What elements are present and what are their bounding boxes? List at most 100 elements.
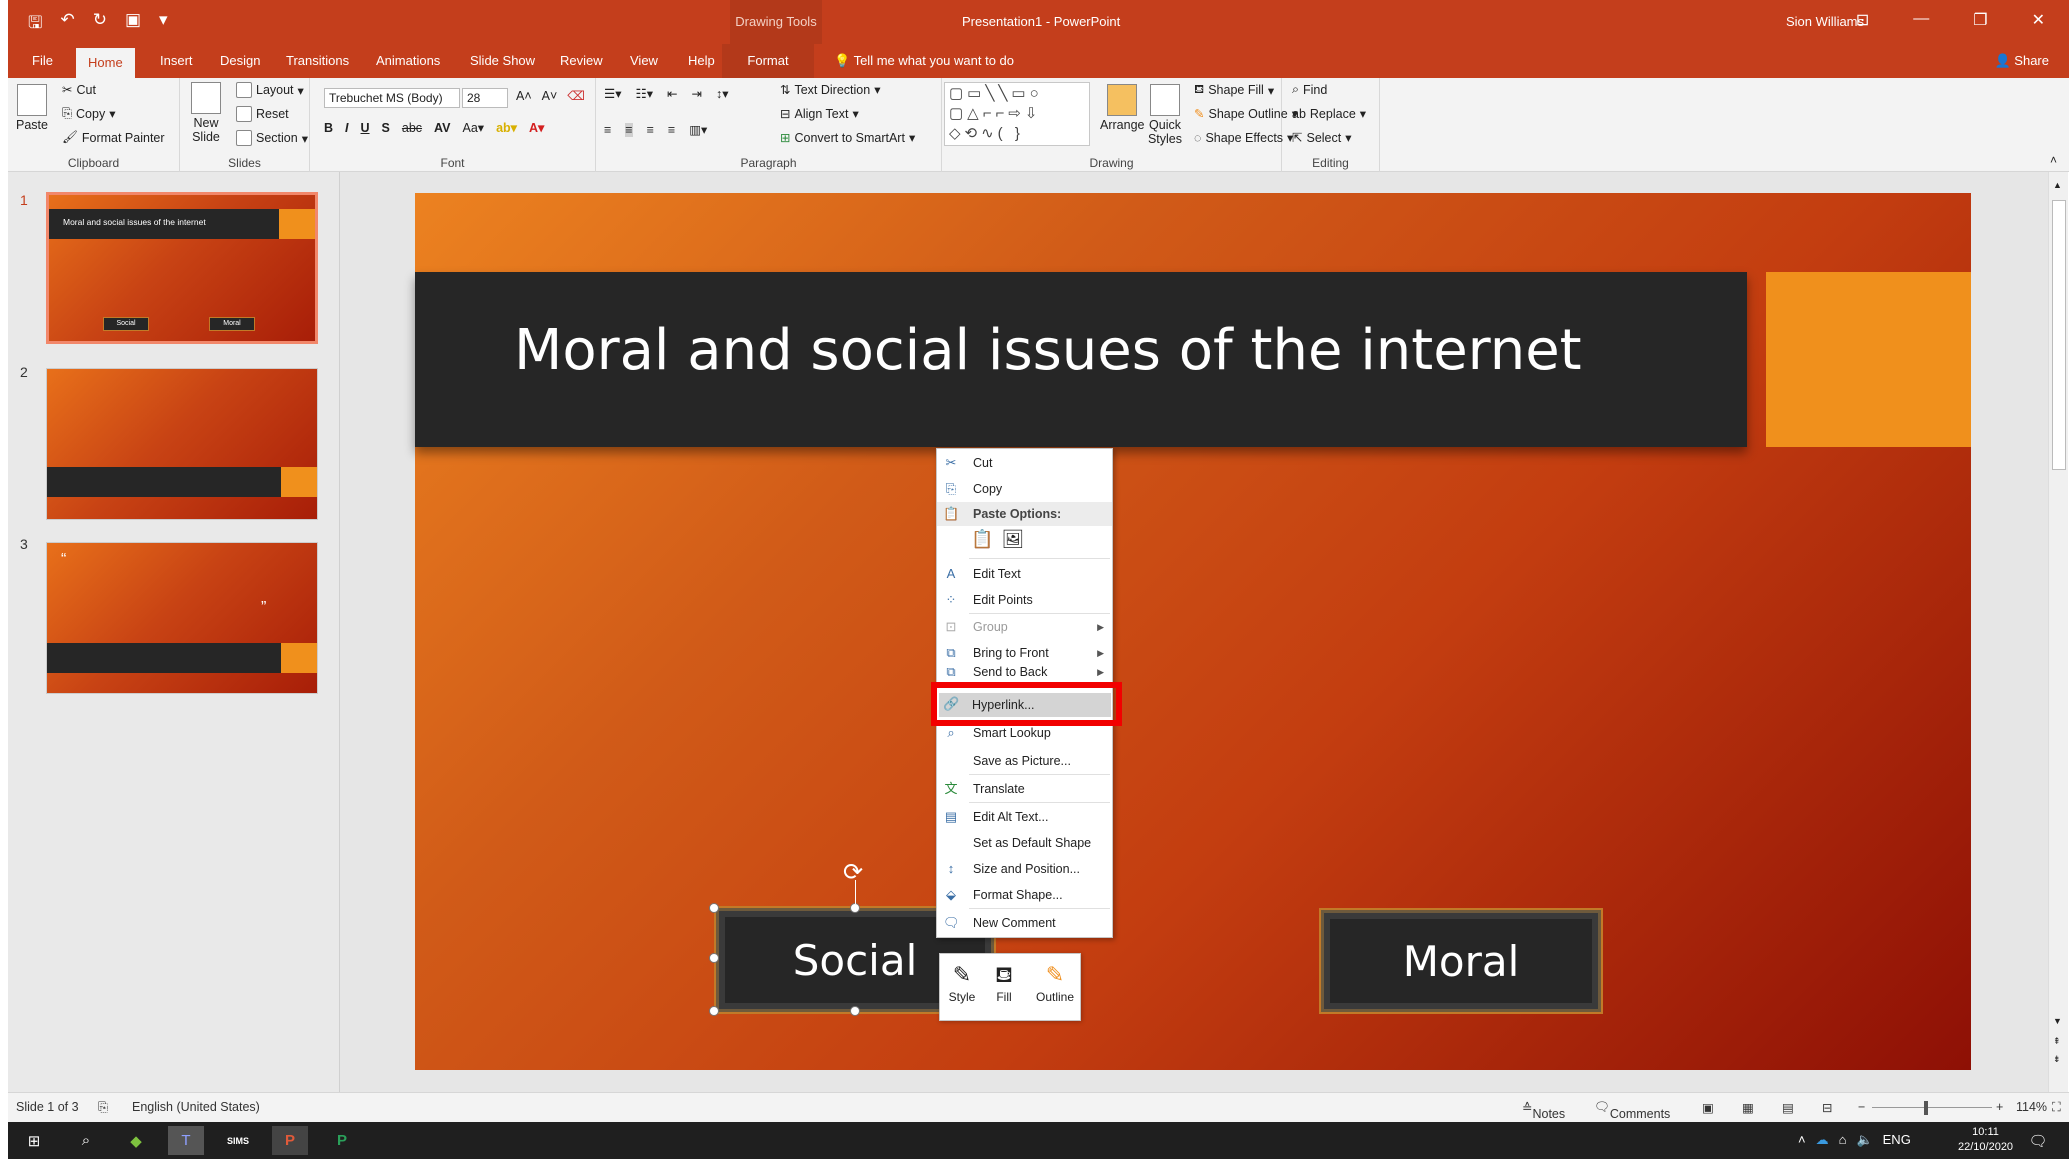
menu-item-bring-to-front[interactable]: ⧉ Bring to Front ▶ — [937, 641, 1112, 665]
slide-sorter-icon[interactable]: ▦ — [1742, 1100, 1754, 1115]
scroll-thumb[interactable] — [2052, 200, 2066, 470]
tab-file[interactable]: File — [20, 44, 65, 78]
close-icon[interactable]: ✕ — [2032, 10, 2045, 30]
menu-item-cut[interactable]: ✂ Cut — [937, 451, 1112, 475]
teams-icon[interactable]: T — [168, 1126, 204, 1155]
volume-icon[interactable]: 🔈 — [1856, 1132, 1872, 1148]
resize-handle[interactable] — [709, 1006, 719, 1016]
layout-button[interactable]: Layout ▾ — [236, 82, 304, 98]
text-direction-button[interactable]: ⇅ Text Direction ▾ — [780, 82, 881, 98]
tab-review[interactable]: Review — [548, 44, 615, 78]
customize-qat-icon[interactable]: ▾ — [159, 10, 168, 39]
rotate-handle-icon[interactable]: ⟳ — [843, 858, 863, 887]
zoom-slider[interactable] — [1872, 1107, 1992, 1108]
menu-item-edit-text[interactable]: A Edit Text — [937, 562, 1112, 586]
italic-icon[interactable]: I — [345, 121, 348, 135]
search-icon[interactable]: ⌕ — [68, 1126, 104, 1155]
resize-handle[interactable] — [709, 953, 719, 963]
shape-fill-button[interactable]: ⛾ Shape Fill ▾ — [1194, 82, 1274, 98]
menu-item-copy[interactable]: ⎘ Copy — [937, 477, 1112, 501]
numbering-icon[interactable]: ☷▾ — [635, 86, 652, 101]
font-family-select[interactable]: Trebuchet MS (Body) — [324, 88, 460, 108]
font-color-icon[interactable]: A▾ — [529, 120, 544, 135]
tab-help[interactable]: Help — [676, 44, 727, 78]
menu-item-translate[interactable]: 文 Translate — [937, 777, 1112, 801]
vertical-scrollbar[interactable]: ▲ ▼ ⇞ ⇟ — [2048, 172, 2068, 1092]
language-indicator[interactable]: English (United States) — [132, 1100, 260, 1114]
zoom-in-icon[interactable]: + — [1996, 1100, 2003, 1114]
slideshow-view-icon[interactable]: ⊟ — [1822, 1100, 1832, 1115]
find-button[interactable]: ⌕ Find — [1292, 82, 1327, 97]
menu-item-edit-alt-text[interactable]: ▤ Edit Alt Text... — [937, 805, 1112, 829]
reading-view-icon[interactable]: ▤ — [1782, 1100, 1794, 1115]
next-slide-icon[interactable]: ⇟ — [2053, 1054, 2061, 1065]
share-button[interactable]: 👤 Share — [1994, 44, 2049, 78]
menu-item-set-default-shape[interactable]: Set as Default Shape — [937, 831, 1112, 855]
cut-button[interactable]: ✂ Cut — [62, 82, 96, 98]
highlight-icon[interactable]: ab▾ — [496, 120, 517, 135]
resize-handle[interactable] — [709, 903, 719, 913]
bold-icon[interactable]: B — [324, 121, 333, 135]
format-painter-button[interactable]: 🖌 Format Painter — [62, 130, 165, 145]
section-button[interactable]: Section ▾ — [236, 130, 308, 146]
select-button[interactable]: ⇱ Select ▾ — [1292, 130, 1352, 146]
tell-me-search[interactable]: 💡 Tell me what you want to do — [834, 44, 1014, 78]
increase-indent-icon[interactable]: ⇥ — [691, 86, 701, 101]
tab-transitions[interactable]: Transitions — [274, 44, 361, 78]
comments-button[interactable]: 🗨 Comments — [1594, 1100, 1670, 1121]
decrease-indent-icon[interactable]: ⇤ — [667, 86, 677, 101]
start-from-beginning-icon[interactable]: ▣ — [125, 10, 141, 39]
ribbon-display-options-icon[interactable]: ⊡ — [1856, 10, 1869, 30]
collapse-ribbon-icon[interactable]: ˄ — [2050, 153, 2057, 167]
tab-home[interactable]: Home — [76, 48, 135, 78]
menu-item-new-comment[interactable]: 🗨 New Comment — [937, 911, 1112, 935]
mini-fill-button[interactable]: ⛾ Fill — [984, 960, 1024, 1004]
menu-item-size-position[interactable]: ↕ Size and Position... — [937, 857, 1112, 881]
tab-format[interactable]: Format — [722, 44, 814, 78]
scroll-up-icon[interactable]: ▲ — [2053, 180, 2062, 190]
resize-handle[interactable] — [850, 1006, 860, 1016]
language-label[interactable]: ENG — [1883, 1132, 1911, 1148]
menu-item-save-as-picture[interactable]: Save as Picture... — [937, 749, 1112, 773]
spelling-check-icon[interactable]: ⎘ — [98, 1100, 108, 1115]
app-green-icon[interactable]: ◆ — [118, 1126, 154, 1155]
line-spacing-icon[interactable]: ↕▾ — [716, 86, 729, 101]
zoom-level[interactable]: 114% — [2016, 1100, 2047, 1114]
save-icon[interactable]: 🖫 — [28, 10, 42, 39]
slide-thumbnail-3[interactable]: “ ” — [46, 542, 318, 694]
user-name[interactable]: Sion Williams — [1786, 14, 1864, 29]
align-left-icon[interactable]: ≡ — [604, 123, 611, 137]
powerpoint-taskbar-icon[interactable]: P — [272, 1126, 308, 1155]
align-text-button[interactable]: ⊟ Align Text ▾ — [780, 106, 859, 122]
copy-button[interactable]: ⎘ Copy ▾ — [62, 106, 115, 121]
paste-picture-icon[interactable]: 🖼 — [1001, 529, 1024, 550]
shrink-font-icon[interactable]: A˅ — [542, 89, 558, 103]
restore-icon[interactable]: ❐ — [1973, 10, 1987, 30]
tab-view[interactable]: View — [618, 44, 670, 78]
zoom-slider-thumb[interactable] — [1924, 1101, 1928, 1115]
text-shadow-icon[interactable]: S — [382, 121, 390, 135]
sims-icon[interactable]: SIMS — [220, 1126, 256, 1155]
notifications-icon[interactable]: 🗨 — [2020, 1126, 2056, 1155]
menu-item-send-to-back[interactable]: ⧉ Send to Back ▶ — [937, 666, 1112, 678]
network-icon[interactable]: ⌂ — [1839, 1132, 1847, 1148]
align-center-icon[interactable]: ≡ — [625, 122, 633, 137]
strikethrough-icon[interactable]: abc — [402, 121, 422, 135]
arrange-button[interactable]: Arrange — [1100, 84, 1144, 132]
onedrive-icon[interactable]: ☁ — [1816, 1132, 1829, 1148]
mini-style-button[interactable]: ✎ Style — [942, 960, 982, 1004]
justify-icon[interactable]: ≡ — [668, 123, 675, 137]
tab-slide-show[interactable]: Slide Show — [458, 44, 547, 78]
scroll-down-icon[interactable]: ▼ — [2053, 1016, 2062, 1026]
character-spacing-icon[interactable]: AV — [434, 121, 450, 135]
change-case-icon[interactable]: Aa▾ — [462, 120, 484, 135]
slide-thumbnail-2[interactable] — [46, 368, 318, 520]
bullets-icon[interactable]: ☰▾ — [604, 86, 621, 101]
moral-button-shape[interactable]: Moral — [1321, 910, 1601, 1012]
font-size-select[interactable]: 28 — [462, 88, 508, 108]
fit-to-window-icon[interactable]: ⛶ — [2052, 1100, 2061, 1115]
tab-animations[interactable]: Animations — [364, 44, 452, 78]
menu-item-edit-points[interactable]: ⁘ Edit Points — [937, 588, 1112, 612]
previous-slide-icon[interactable]: ⇞ — [2053, 1036, 2061, 1047]
undo-icon[interactable]: ↶ — [60, 10, 74, 39]
